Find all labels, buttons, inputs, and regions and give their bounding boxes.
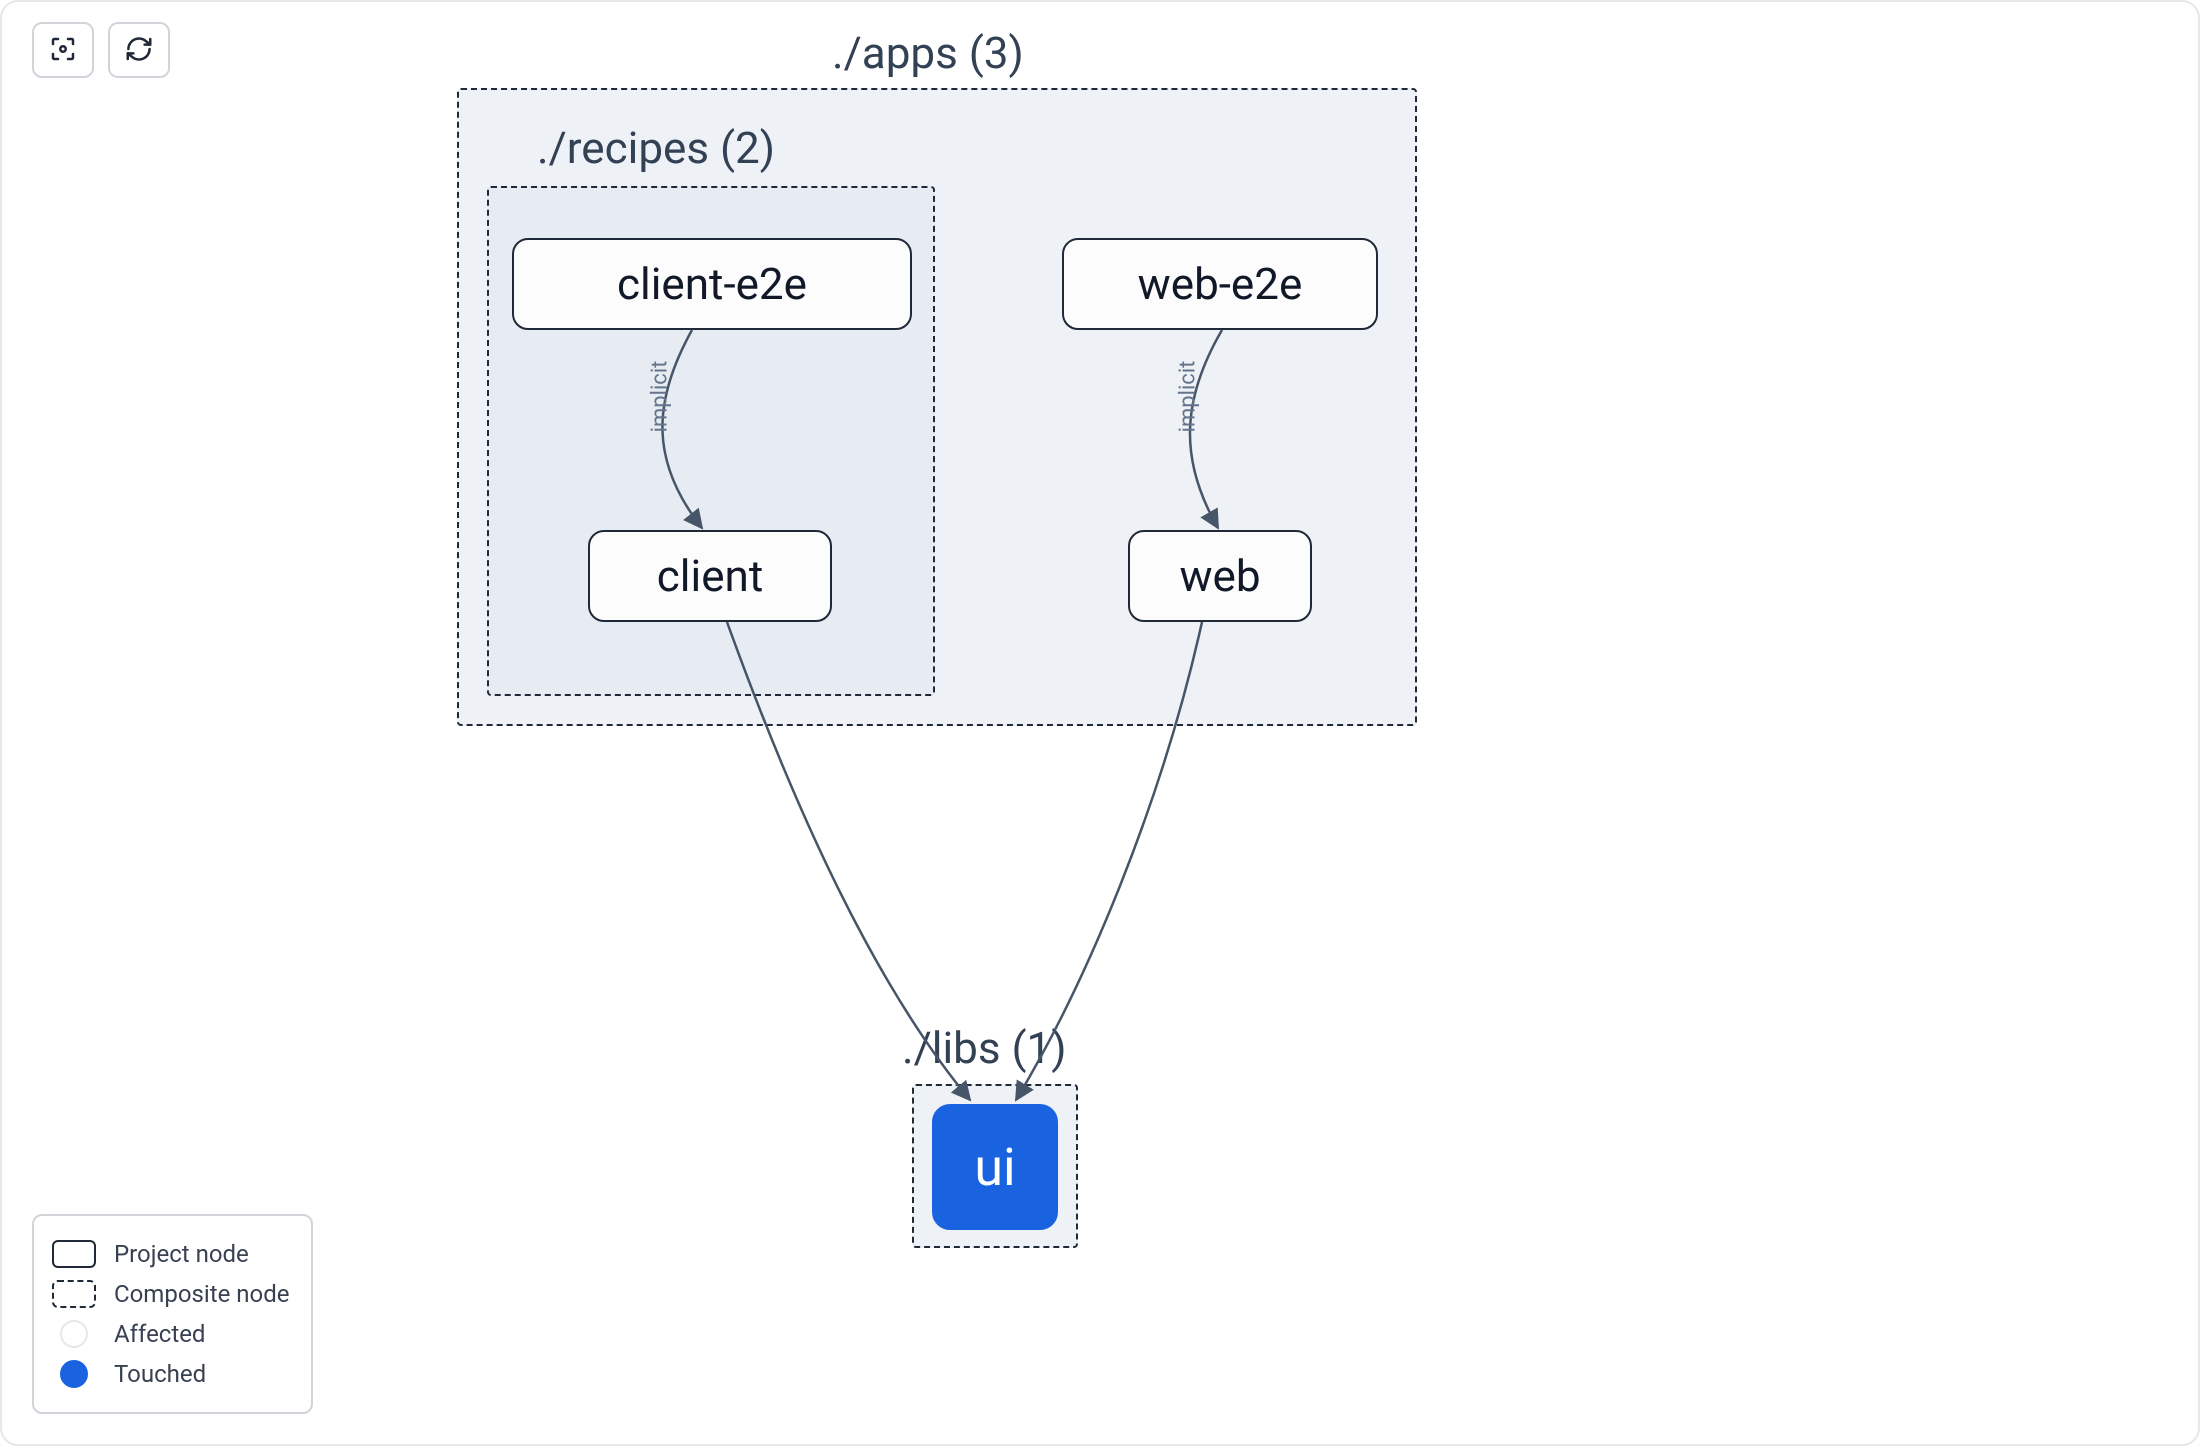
legend-sample-project-icon — [52, 1240, 96, 1268]
node-web-e2e[interactable]: web-e2e — [1062, 238, 1378, 330]
node-client[interactable]: client — [588, 530, 832, 622]
edge-label-client-e2e-to-client: implicit — [647, 361, 672, 433]
refresh-icon — [124, 34, 154, 67]
legend-label-affected: Affected — [114, 1320, 205, 1348]
focus-icon — [48, 34, 78, 67]
group-libs-label: ./libs (1) — [902, 1022, 1067, 1074]
legend-label-project: Project node — [114, 1240, 249, 1268]
focus-button[interactable] — [32, 22, 94, 78]
legend-sample-touched-icon — [60, 1360, 88, 1388]
graph-canvas[interactable]: ./apps (3) ./recipes (2) ./libs (1) clie… — [0, 0, 2200, 1446]
legend-sample-composite-icon — [52, 1280, 96, 1308]
legend-sample-affected-icon — [60, 1320, 88, 1348]
legend-row-composite: Composite node — [52, 1274, 289, 1314]
legend-row-project: Project node — [52, 1234, 289, 1274]
group-apps-label: ./apps (3) — [832, 27, 1024, 79]
toolbar — [32, 22, 170, 78]
group-recipes-label: ./recipes (2) — [537, 122, 775, 174]
node-ui[interactable]: ui — [932, 1104, 1058, 1230]
node-client-e2e[interactable]: client-e2e — [512, 238, 912, 330]
legend-label-touched: Touched — [114, 1360, 206, 1388]
node-web[interactable]: web — [1128, 530, 1312, 622]
legend-row-affected: Affected — [52, 1314, 289, 1354]
refresh-button[interactable] — [108, 22, 170, 78]
legend-label-composite: Composite node — [114, 1280, 289, 1308]
legend-row-touched: Touched — [52, 1354, 289, 1394]
legend: Project node Composite node Affected Tou… — [32, 1214, 313, 1414]
edge-label-web-e2e-to-web: implicit — [1175, 361, 1200, 433]
